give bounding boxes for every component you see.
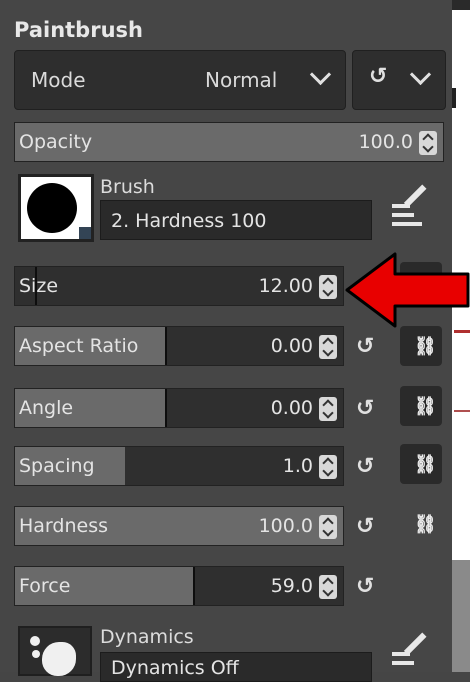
- mode-value: Normal: [205, 68, 278, 92]
- spin-arrows-icon[interactable]: [319, 455, 337, 479]
- mode-dropdown[interactable]: Mode Normal: [14, 50, 346, 110]
- dynamics-label: Dynamics: [100, 626, 194, 648]
- opacity-value: 100.0: [358, 131, 413, 153]
- brush-name-field[interactable]: 2. Hardness 100: [100, 200, 372, 240]
- canvas-edge: [452, 0, 470, 672]
- chain-link-icon[interactable]: ⛓: [414, 514, 437, 535]
- force-slider[interactable]: Force 59.0: [14, 566, 344, 606]
- tool-title: Paintbrush: [14, 18, 143, 42]
- spacing-label: Spacing: [19, 455, 95, 477]
- chain-link-icon[interactable]: ⛓: [400, 444, 442, 484]
- chain-link-icon[interactable]: ⛓: [400, 386, 442, 426]
- chevron-down-icon: [409, 63, 432, 86]
- size-label: Size: [19, 275, 59, 297]
- mode-label: Mode: [31, 68, 86, 92]
- spacing-value: 1.0: [282, 455, 313, 477]
- dynamics-name: Dynamics Off: [111, 657, 239, 679]
- aspect-ratio-value: 0.00: [270, 335, 313, 357]
- spin-arrows-icon[interactable]: [319, 575, 337, 599]
- brush-preview[interactable]: [18, 174, 94, 242]
- mode-reset-dropdown[interactable]: ↺: [352, 50, 446, 110]
- angle-label: Angle: [19, 397, 74, 419]
- brush-corner-marker: [79, 227, 91, 239]
- reset-icon[interactable]: ↺: [356, 454, 374, 479]
- brush-shape: [27, 183, 77, 233]
- spin-arrows-icon[interactable]: [319, 515, 337, 539]
- chevron-down-icon: [309, 63, 332, 86]
- dynamics-name-field[interactable]: Dynamics Off: [100, 652, 372, 682]
- spin-arrows-icon[interactable]: [319, 275, 337, 299]
- spacing-slider[interactable]: Spacing 1.0: [14, 446, 344, 486]
- angle-slider[interactable]: Angle 0.00: [14, 388, 344, 428]
- force-label: Force: [19, 575, 71, 597]
- aspect-ratio-slider[interactable]: Aspect Ratio 0.00: [14, 326, 344, 366]
- size-slider[interactable]: Size 12.00: [14, 266, 344, 306]
- force-marker: [193, 567, 195, 605]
- hardness-slider[interactable]: Hardness 100.0: [14, 506, 344, 546]
- red-arrow-annotation: [345, 252, 470, 328]
- size-value: 12.00: [258, 275, 313, 297]
- spin-arrows-icon[interactable]: [419, 131, 437, 155]
- opacity-label: Opacity: [19, 131, 93, 153]
- chain-link-icon[interactable]: ⛓: [400, 326, 442, 366]
- reset-icon[interactable]: ↺: [356, 574, 374, 599]
- hardness-label: Hardness: [19, 515, 108, 537]
- aspect-ratio-label: Aspect Ratio: [19, 335, 139, 357]
- edit-icon[interactable]: [392, 632, 428, 680]
- paintbrush-tool-options: Paintbrush Mode Normal ↺ Opacity 100.0 B…: [0, 0, 452, 682]
- reset-icon: ↺: [369, 64, 388, 89]
- aspect-ratio-marker: [165, 327, 167, 365]
- reset-icon[interactable]: ↺: [356, 396, 374, 421]
- angle-marker: [165, 389, 167, 427]
- spin-arrows-icon[interactable]: [319, 335, 337, 359]
- brush-name: 2. Hardness 100: [111, 210, 267, 232]
- opacity-slider[interactable]: Opacity 100.0: [14, 122, 444, 162]
- hardness-value: 100.0: [258, 515, 313, 537]
- spin-arrows-icon[interactable]: [319, 397, 337, 421]
- force-value: 59.0: [270, 575, 313, 597]
- reset-icon[interactable]: ↺: [356, 514, 374, 539]
- brush-label: Brush: [100, 176, 155, 198]
- angle-value: 0.00: [270, 397, 313, 419]
- edit-icon[interactable]: [392, 184, 428, 232]
- dynamics-preview[interactable]: [18, 626, 92, 676]
- reset-icon[interactable]: ↺: [356, 334, 374, 359]
